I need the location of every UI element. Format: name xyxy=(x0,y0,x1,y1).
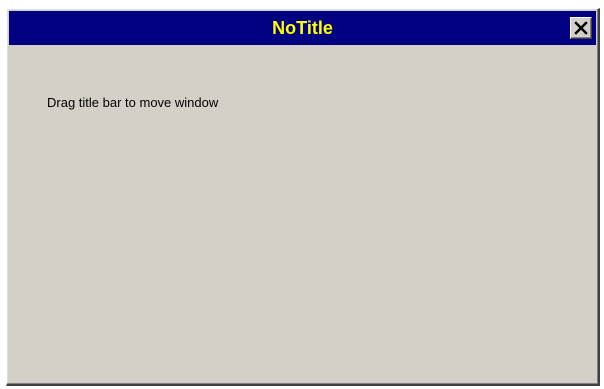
dialog-window: NoTitle Drag title bar to move window xyxy=(6,8,600,386)
window-title: NoTitle xyxy=(272,18,333,38)
title-bar[interactable]: NoTitle xyxy=(9,11,596,45)
close-icon xyxy=(574,21,588,35)
instruction-text: Drag title bar to move window xyxy=(47,95,219,110)
close-button[interactable] xyxy=(570,17,592,39)
